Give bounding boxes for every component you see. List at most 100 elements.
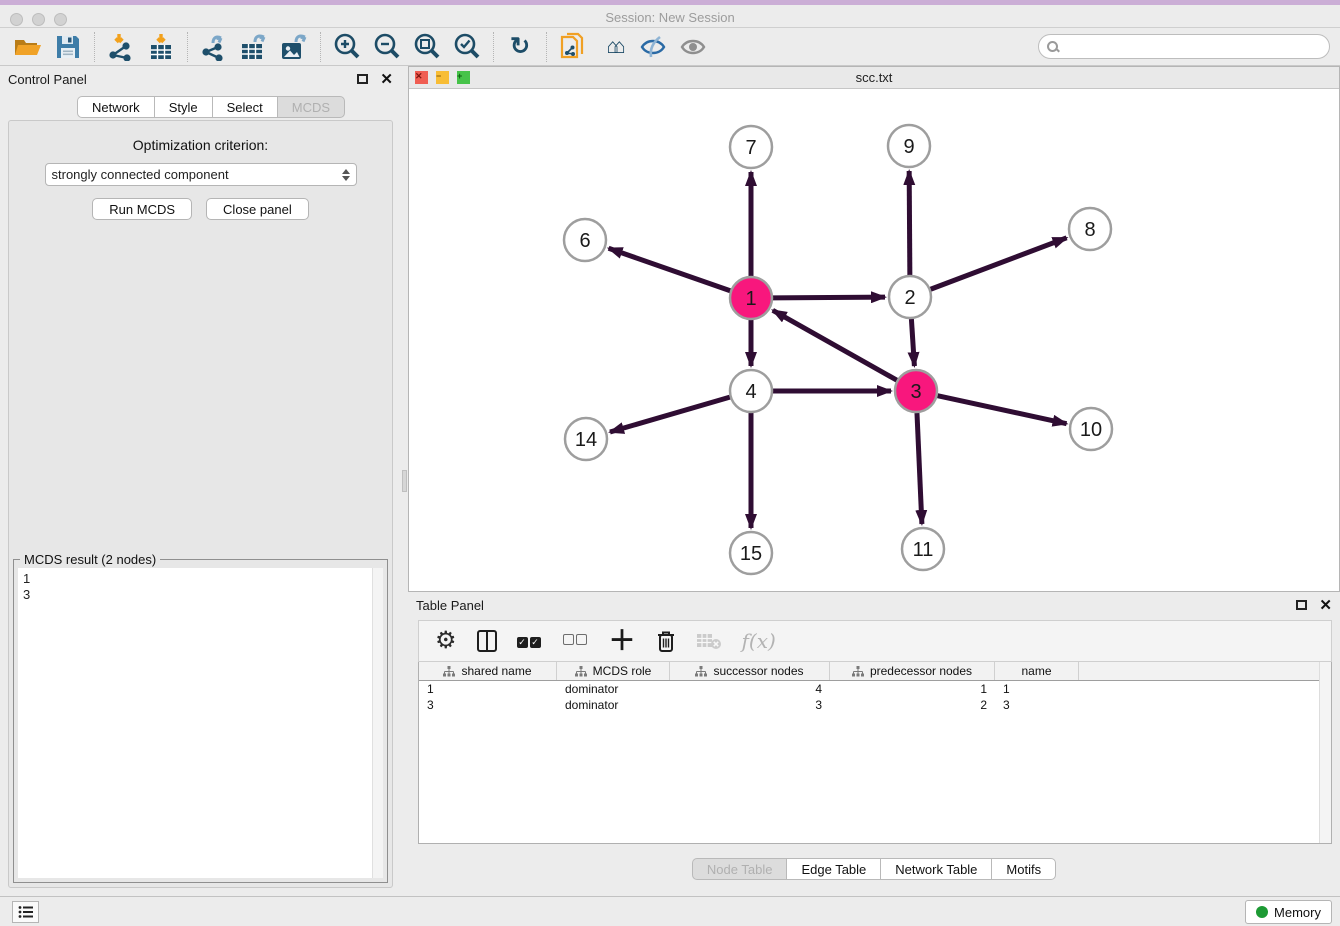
delete-column-button[interactable]: [656, 626, 676, 656]
graph-edge-1-6[interactable]: [609, 248, 731, 290]
network-maximize-button[interactable]: +: [457, 71, 470, 84]
close-table-panel-icon[interactable]: ✕: [1319, 598, 1332, 613]
graph-node-10[interactable]: 10: [1070, 408, 1112, 450]
graph-edge-3-11[interactable]: [917, 413, 922, 524]
mcds-result-text: 1 3: [18, 568, 383, 878]
save-session-button[interactable]: [48, 30, 88, 64]
panel-splitter[interactable]: [401, 66, 408, 896]
float-table-panel-icon[interactable]: [1296, 600, 1307, 610]
table-scrollbar[interactable]: [1319, 662, 1331, 843]
eye-slash-icon: [638, 34, 668, 60]
table-cell[interactable]: 3: [670, 698, 830, 712]
graph-edge-3-1[interactable]: [773, 310, 897, 380]
select-all-button[interactable]: ✓✓: [517, 626, 543, 656]
table-cell[interactable]: 2: [830, 698, 995, 712]
table-cell[interactable]: 1: [419, 682, 557, 696]
export-table-button[interactable]: [234, 30, 274, 64]
tab-network[interactable]: Network: [77, 96, 154, 118]
node-table: shared nameMCDS rolesuccessor nodesprede…: [418, 662, 1332, 844]
table-row[interactable]: 3dominator323: [419, 697, 1331, 713]
hide-graphics-details-button[interactable]: [633, 30, 673, 64]
task-history-button[interactable]: [12, 901, 39, 923]
zoom-in-button[interactable]: [327, 30, 367, 64]
graph-node-label: 14: [575, 429, 597, 451]
tab-select[interactable]: Select: [212, 96, 277, 118]
column-header-name[interactable]: name: [995, 662, 1079, 680]
column-header-shared-name[interactable]: shared name: [419, 662, 557, 680]
table-cell[interactable]: dominator: [557, 698, 670, 712]
create-column-button[interactable]: ＋: [609, 626, 636, 656]
function-builder-button[interactable]: f(x): [742, 626, 776, 656]
graph-node-4[interactable]: 4: [730, 370, 772, 412]
network-minimize-button[interactable]: −: [436, 71, 449, 84]
graph-edge-2-9[interactable]: [909, 171, 910, 275]
table-options-button[interactable]: ⚙: [435, 626, 457, 656]
export-network-button[interactable]: [194, 30, 234, 64]
graph-node-1[interactable]: 1: [730, 277, 772, 319]
network-close-button[interactable]: ✕: [415, 71, 428, 84]
graph-node-2[interactable]: 2: [889, 276, 931, 318]
zoom-fit-button[interactable]: [407, 30, 447, 64]
table-cell[interactable]: dominator: [557, 682, 670, 696]
table-cell[interactable]: 1: [995, 682, 1079, 696]
criterion-dropdown[interactable]: strongly connected component: [45, 163, 357, 186]
delete-table-button[interactable]: [696, 626, 722, 656]
float-panel-icon[interactable]: [357, 74, 368, 84]
graph-node-14[interactable]: 14: [565, 418, 607, 460]
export-image-button[interactable]: [274, 30, 314, 64]
tab-mcds[interactable]: MCDS: [277, 96, 345, 118]
table-cell[interactable]: 4: [670, 682, 830, 696]
graph-node-label: 15: [740, 543, 762, 565]
tab-style[interactable]: Style: [154, 96, 212, 118]
refresh-layout-button[interactable]: ↻: [500, 30, 540, 64]
graph-edge-3-10[interactable]: [937, 396, 1066, 424]
graph-node-9[interactable]: 9: [888, 125, 930, 167]
import-table-button[interactable]: [141, 30, 181, 64]
import-network-button[interactable]: [101, 30, 141, 64]
tab-motifs[interactable]: Motifs: [991, 858, 1056, 880]
clone-network-button[interactable]: [553, 30, 593, 64]
graph-node-11[interactable]: 11: [902, 528, 944, 570]
clone-network-icon: [559, 32, 587, 62]
zoom-selected-button[interactable]: [447, 30, 487, 64]
search-field[interactable]: [1038, 34, 1330, 59]
column-header-predecessor-nodes[interactable]: predecessor nodes: [830, 662, 995, 680]
network-window-titlebar[interactable]: ✕ − + scc.txt: [409, 67, 1339, 89]
homes-button[interactable]: ⌂⌂: [593, 30, 633, 64]
result-scrollbar[interactable]: [372, 568, 383, 878]
column-header-successor-nodes[interactable]: successor nodes: [670, 662, 830, 680]
graph-edge-4-14[interactable]: [610, 397, 730, 432]
table-cell[interactable]: 3: [995, 698, 1079, 712]
graph-node-6[interactable]: 6: [564, 219, 606, 261]
graph-edge-2-8[interactable]: [931, 238, 1067, 289]
deselect-all-button[interactable]: [563, 626, 589, 656]
tab-network-table[interactable]: Network Table: [880, 858, 991, 880]
network-view-window: ✕ − + scc.txt 7 9 6 8 1 2 4 3 14 10 15 11: [408, 66, 1340, 592]
graph-node-3[interactable]: 3: [895, 370, 937, 412]
memory-button[interactable]: Memory: [1245, 900, 1332, 924]
open-session-button[interactable]: [8, 30, 48, 64]
table-cell[interactable]: 3: [419, 698, 557, 712]
graph-node-label: 7: [745, 137, 756, 159]
zoom-out-button[interactable]: [367, 30, 407, 64]
window-title: Session: New Session: [0, 10, 1340, 25]
close-panel-button[interactable]: Close panel: [206, 198, 309, 220]
table-row[interactable]: 1dominator411: [419, 681, 1331, 697]
graph-node-15[interactable]: 15: [730, 532, 772, 574]
graph-node-label: 11: [913, 539, 934, 561]
graph-edge-1-2[interactable]: [773, 297, 885, 298]
splitter-grip[interactable]: [402, 470, 407, 492]
table-cell[interactable]: 1: [830, 682, 995, 696]
search-input[interactable]: [1058, 37, 1329, 57]
close-panel-icon[interactable]: ✕: [380, 72, 393, 87]
run-mcds-button[interactable]: Run MCDS: [92, 198, 192, 220]
network-canvas[interactable]: 7 9 6 8 1 2 4 3 14 10 15 11: [409, 89, 1339, 591]
tab-edge-table[interactable]: Edge Table: [786, 858, 880, 880]
show-columns-button[interactable]: [477, 626, 497, 656]
graph-node-8[interactable]: 8: [1069, 208, 1111, 250]
graph-node-7[interactable]: 7: [730, 126, 772, 168]
column-header-MCDS-role[interactable]: MCDS role: [557, 662, 670, 680]
graph-edge-2-3[interactable]: [911, 319, 914, 366]
show-graphics-details-button[interactable]: [673, 30, 713, 64]
tab-node-table[interactable]: Node Table: [692, 858, 787, 880]
